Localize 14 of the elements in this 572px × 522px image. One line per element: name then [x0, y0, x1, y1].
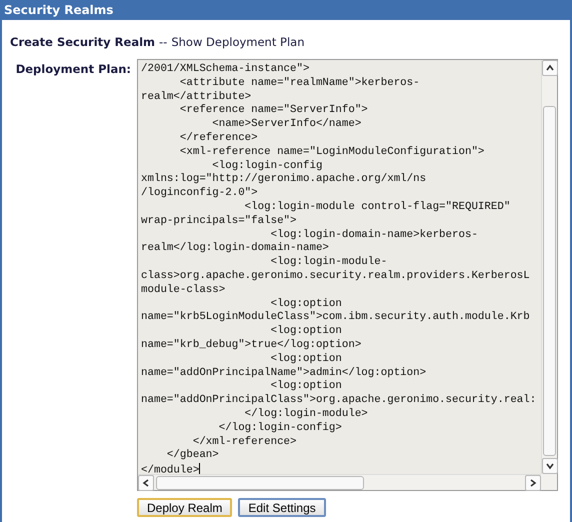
separator-text: --: [159, 35, 168, 49]
field-label: Deployment Plan:: [14, 61, 132, 78]
left-chevron-icon: [142, 478, 150, 486]
action-button[interactable]: Edit Settings: [238, 498, 326, 517]
page-subtitle: Show Deployment Plan: [171, 35, 304, 49]
horizontal-scrollbar[interactable]: [138, 474, 541, 490]
page-title: Create Security Realm: [10, 35, 156, 49]
right-chevron-icon: [529, 478, 537, 486]
down-chevron-icon: [546, 462, 554, 470]
action-button[interactable]: Deploy Realm: [137, 498, 232, 517]
vertical-scrollbar[interactable]: [541, 60, 557, 474]
section-title: Security Realms: [0, 0, 572, 20]
up-chevron-icon: [546, 64, 554, 72]
deployment-plan-field[interactable]: /2001/XMLSchema-instance"> <attribute name="realmName">kerberos- realm</attribute> <reference name="ServerInfo"> <name>ServerInfo</name> </reference> <xml-reference name="LoginModuleConfiguration"> <log:login-config xmlns:log="http://geronimo.apache.org/xml/ns /loginconfig-2.0"> <log:login-module control-flag="REQUIRED" wrap-principals="false"> <log:login-domain-name>kerberos- realm</log:login-domain-name> <log:login-module- class>org.apache.geronimo.security.realm.providers.KerberosL module-class> <log:option name="krb5LoginModuleClass">com.ibm.security.auth.module.Krb <log:option name="krb_debug">true</log:option> <log:option name="addOnPrincipalName">admin</log:option> <log:option name="addOnPrincipalClass">org.apache.geronimo.security.real: </log:login-module> </log:login-config> </xml-reference> </gbean> </module>: [138, 60, 541, 474]
